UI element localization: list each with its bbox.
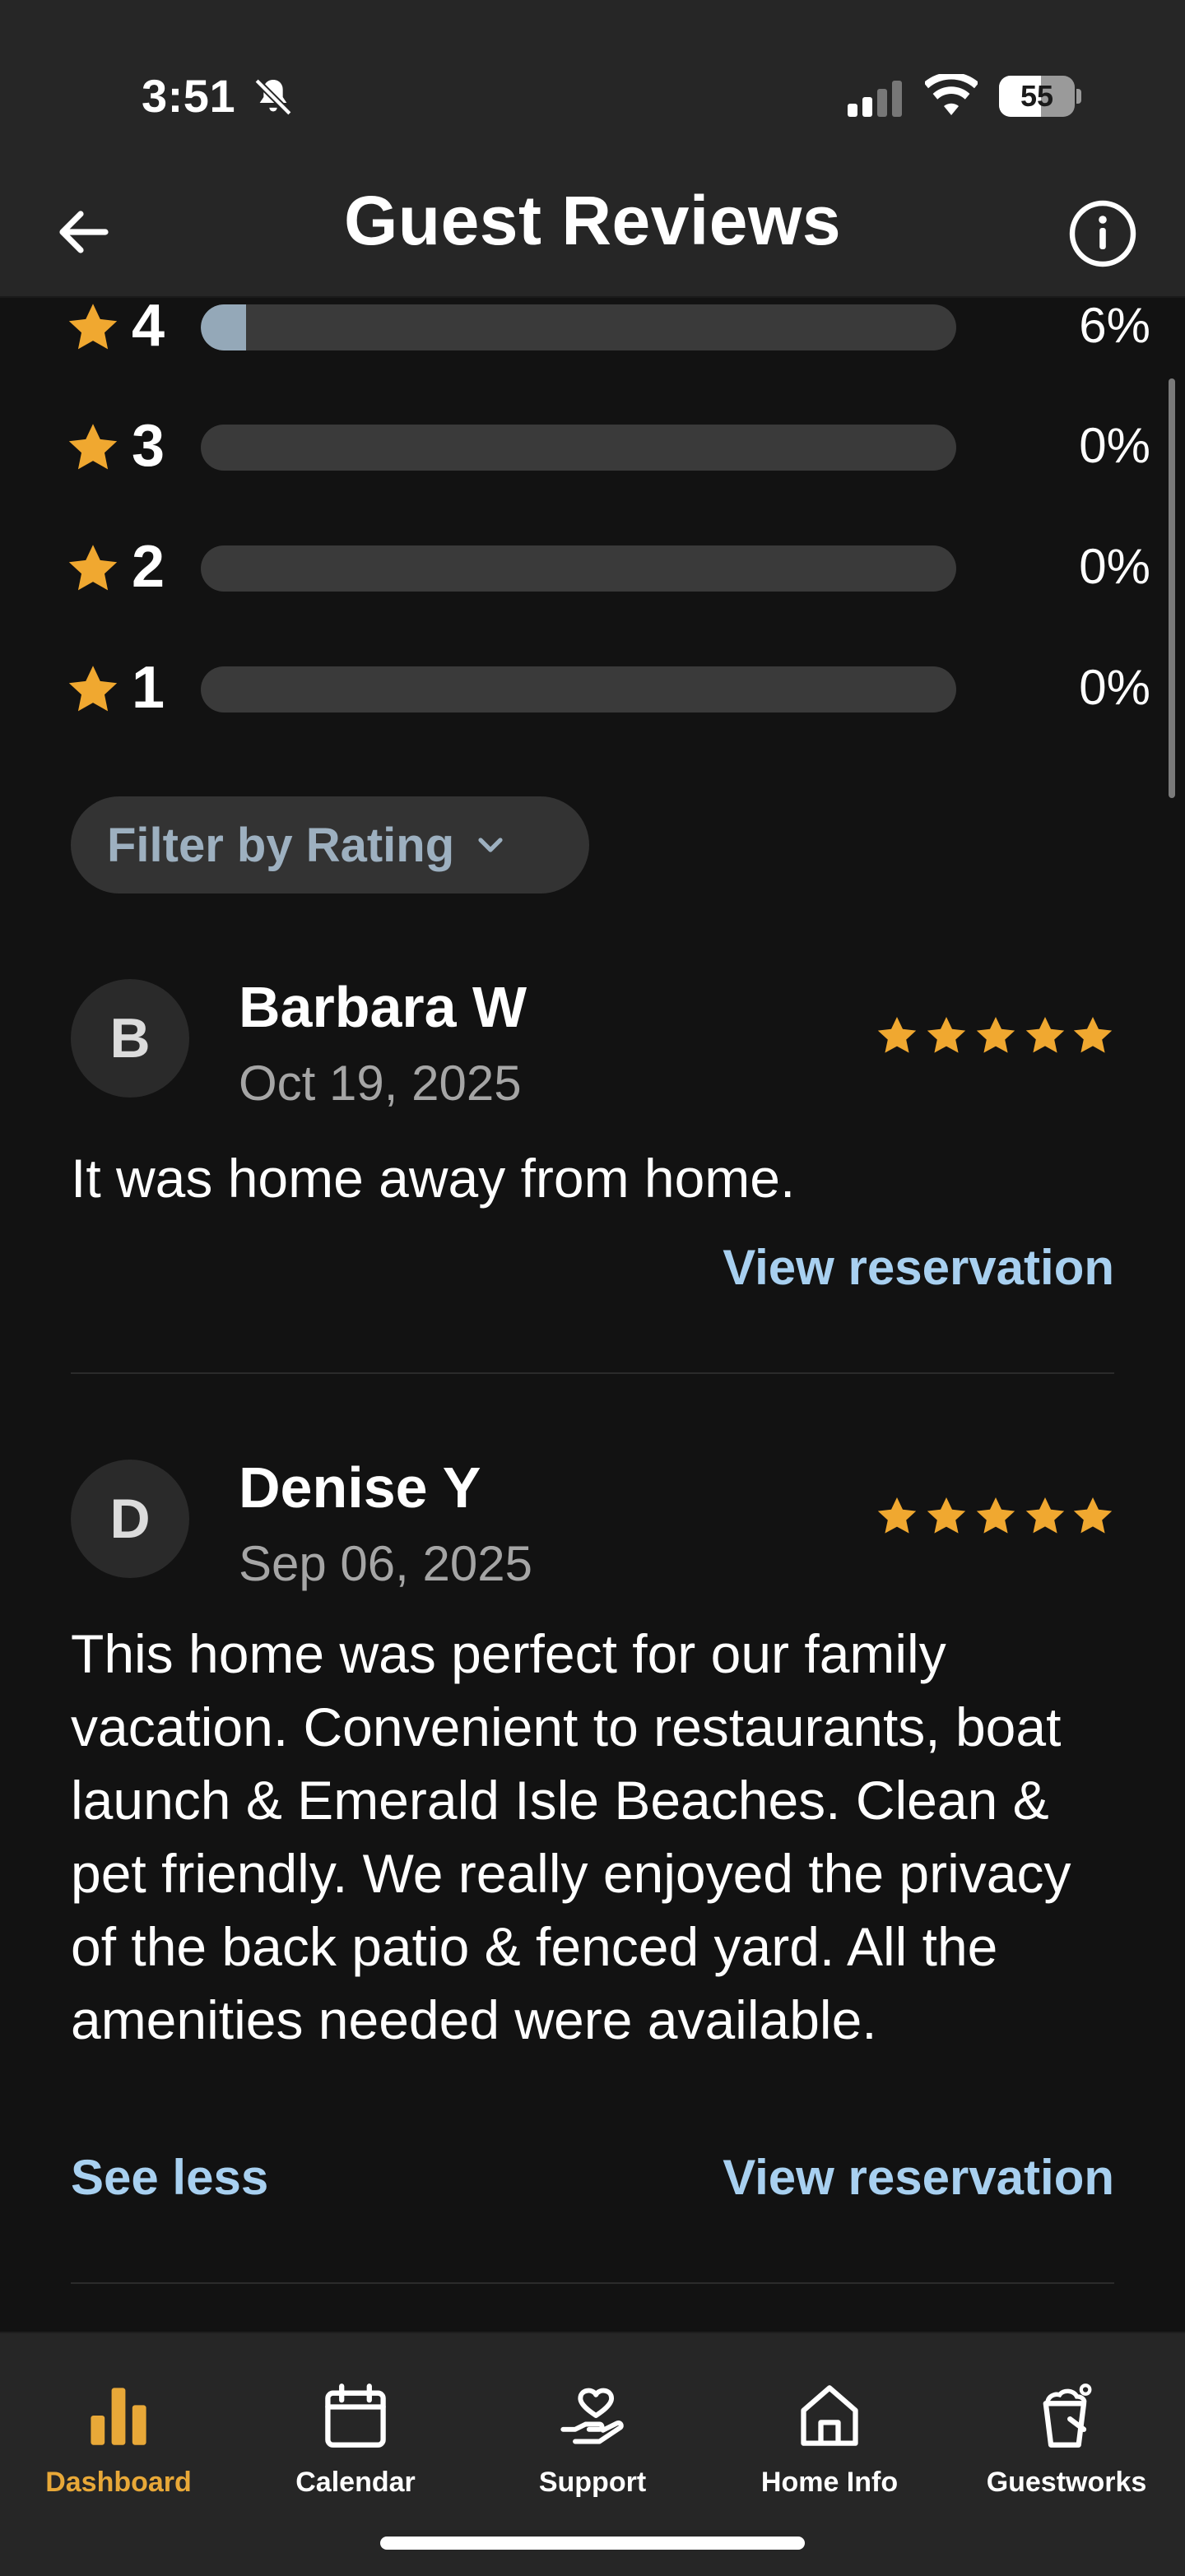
- home-icon: [801, 2385, 858, 2446]
- rating-percent: 6%: [1079, 298, 1150, 353]
- home-indicator[interactable]: [380, 2537, 805, 2550]
- view-reservation-link[interactable]: View reservation: [723, 1239, 1114, 1296]
- rating-level: 1: [132, 655, 165, 721]
- info-icon[interactable]: [1068, 199, 1137, 268]
- rating-row-4: 4 6%: [63, 295, 1150, 357]
- rating-bar-track: [201, 545, 956, 592]
- wifi-icon: [925, 74, 978, 115]
- five-star-rating-icon: [877, 1497, 1113, 1534]
- tab-label: Guestworks: [986, 2467, 1147, 2498]
- tab-label: Home Info: [760, 2467, 899, 2498]
- tab-calendar[interactable]: Calendar: [237, 2358, 474, 2498]
- header-bar: 3:51 55 Guest Reviews: [0, 0, 1185, 298]
- battery-level: 55: [1020, 79, 1054, 113]
- support-hand-icon: [560, 2388, 624, 2444]
- rating-row-1: 1 0%: [63, 657, 1150, 719]
- status-time: 3:51: [142, 70, 236, 122]
- rating-level: 2: [132, 534, 165, 600]
- reviewer-name: Denise Y: [239, 1455, 481, 1520]
- reviewer-name: Barbara W: [239, 975, 527, 1039]
- star-icon: [68, 424, 118, 470]
- avatar: B: [71, 979, 189, 1098]
- tab-label: Calendar: [295, 2467, 416, 2498]
- see-less-link[interactable]: See less: [71, 2149, 268, 2206]
- chevron-down-icon: [478, 838, 503, 852]
- tab-support[interactable]: Support: [474, 2358, 711, 2498]
- review-text: It was home away from home.: [71, 1148, 796, 1209]
- rating-level: 3: [132, 413, 165, 479]
- bar-chart-icon: [91, 2388, 146, 2445]
- rating-bar-track: [201, 666, 956, 712]
- bell-slash-icon: [254, 78, 292, 116]
- tab-dashboard[interactable]: Dashboard: [0, 2358, 237, 2498]
- star-icon: [68, 545, 118, 591]
- rating-percent: 0%: [1079, 418, 1150, 473]
- star-icon: [68, 304, 118, 350]
- tab-guestworks[interactable]: Guestworks: [948, 2358, 1185, 2498]
- tab-label: Dashboard: [45, 2467, 192, 2498]
- rating-row-3: 3 0%: [63, 415, 1150, 477]
- divider: [71, 2282, 1114, 2284]
- scrollbar[interactable]: [1169, 378, 1175, 798]
- battery-indicator: 55: [999, 76, 1081, 117]
- rating-bar-fill: [201, 304, 247, 350]
- rating-bar-track: [201, 425, 956, 471]
- star-icon: [68, 666, 118, 712]
- calendar-icon: [325, 2383, 386, 2448]
- review-text: This home was perfect for our family vac…: [71, 1623, 1071, 2050]
- signal-icon: [848, 81, 902, 117]
- rating-row-2: 2 0%: [63, 536, 1150, 598]
- rating-percent: 0%: [1079, 660, 1150, 715]
- view-reservation-link[interactable]: View reservation: [723, 2149, 1114, 2206]
- rating-percent: 0%: [1079, 539, 1150, 594]
- filter-label: Filter by Rating: [107, 818, 455, 872]
- five-star-rating-icon: [877, 1017, 1113, 1053]
- divider: [71, 1372, 1114, 1374]
- rating-level: 4: [132, 293, 165, 359]
- bucket-icon: [1043, 2383, 1092, 2448]
- review-date: Oct 19, 2025: [239, 1056, 522, 1111]
- rating-bar-track: [201, 304, 956, 350]
- filter-by-rating-button[interactable]: Filter by Rating: [71, 796, 589, 893]
- tab-label: Support: [538, 2467, 647, 2498]
- review-date: Sep 06, 2025: [239, 1536, 532, 1591]
- page-title: Guest Reviews: [343, 182, 842, 259]
- tab-home-info[interactable]: Home Info: [711, 2358, 948, 2498]
- avatar: D: [71, 1460, 189, 1578]
